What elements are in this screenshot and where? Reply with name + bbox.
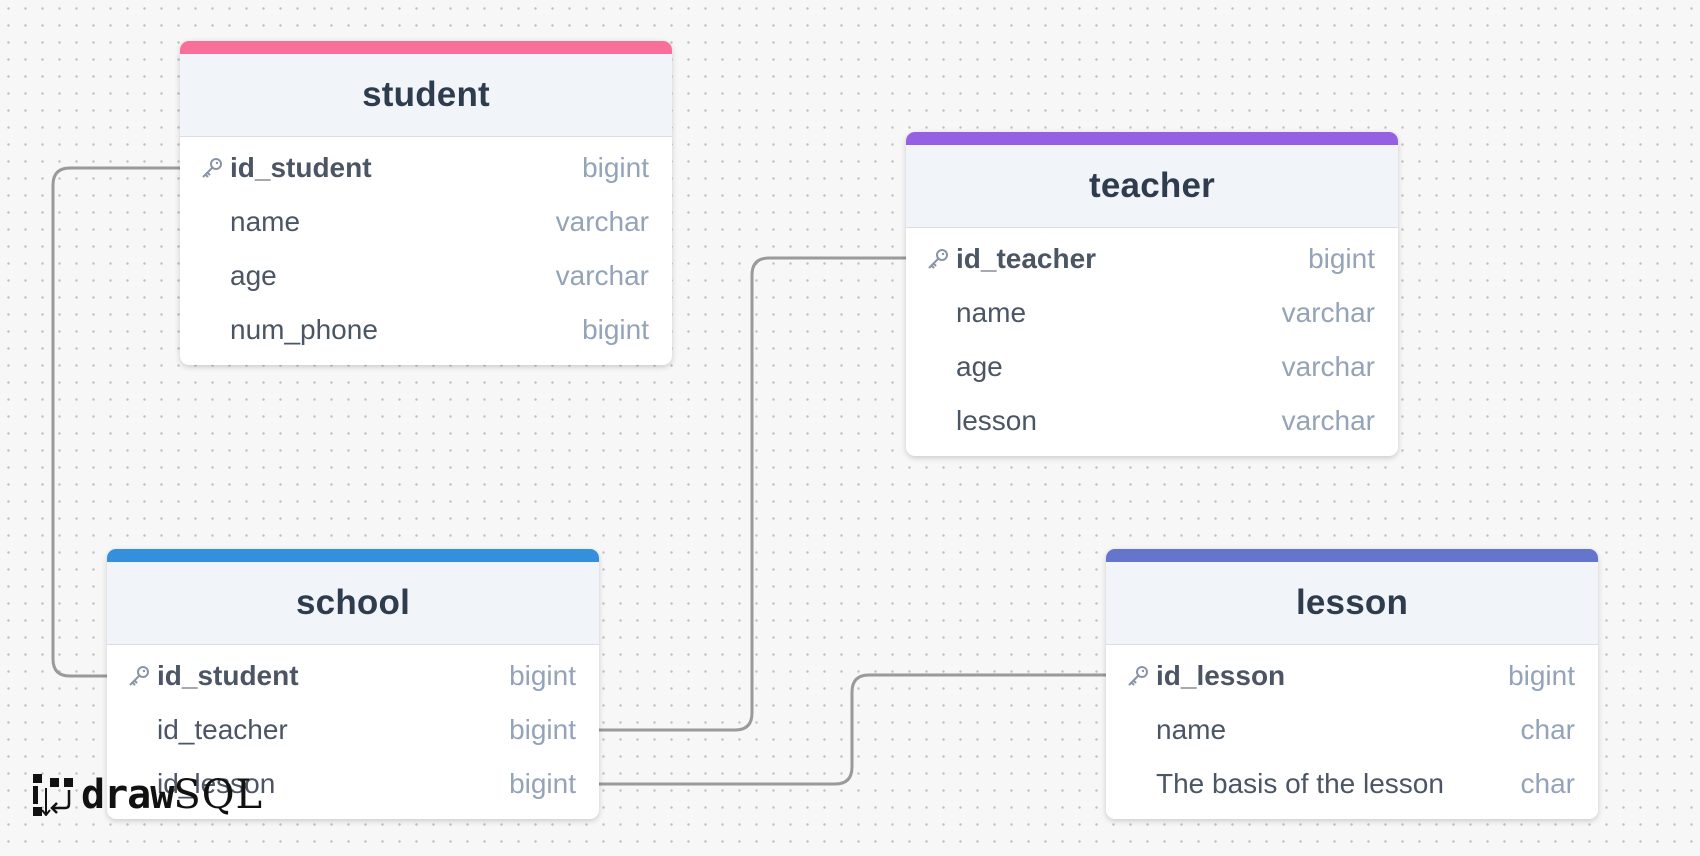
table-accent-bar — [180, 41, 672, 54]
column-type: bigint — [1508, 660, 1575, 691]
column-type: bigint — [1308, 243, 1375, 274]
column-type: bigint — [509, 768, 576, 799]
column-name: name — [1156, 714, 1227, 745]
logo-text-draw: draw — [81, 772, 174, 818]
table-columns: id_lesson bigint name char The basis of … — [1106, 645, 1598, 819]
column-name: id_lesson — [1156, 660, 1286, 691]
column-type: varchar — [555, 260, 649, 291]
column-row[interactable]: num_phone bigint — [180, 303, 672, 357]
column-name: num_phone — [230, 314, 378, 345]
drawsql-logo-icon — [33, 774, 73, 816]
column-name: lesson — [956, 405, 1037, 436]
column-type: varchar — [1281, 405, 1375, 436]
table-header[interactable]: teacher — [906, 145, 1398, 228]
column-row[interactable]: age varchar — [906, 340, 1398, 394]
logo-text-sql: SQL — [173, 772, 264, 818]
column-row[interactable]: lesson varchar — [906, 394, 1398, 448]
column-type: bigint — [582, 314, 649, 345]
column-type: bigint — [509, 660, 576, 691]
table-title: school — [296, 583, 410, 622]
column-name: id_student — [157, 660, 299, 691]
table-header[interactable]: school — [107, 562, 599, 645]
table-student[interactable]: student id_student bigint name varchar a… — [180, 41, 672, 365]
column-type: varchar — [555, 206, 649, 237]
table-title: student — [362, 75, 490, 114]
column-name: name — [956, 297, 1027, 328]
column-row[interactable]: The basis of the lesson char — [1106, 757, 1598, 811]
column-name: id_teacher — [956, 243, 1097, 274]
column-type: varchar — [1281, 297, 1375, 328]
column-name: id_teacher — [157, 714, 288, 745]
column-name: name — [230, 206, 301, 237]
table-title: teacher — [1089, 166, 1215, 205]
column-name: age — [230, 260, 277, 291]
column-row[interactable]: id_lesson bigint — [1106, 649, 1598, 703]
column-name: age — [956, 351, 1003, 382]
table-accent-bar — [906, 132, 1398, 145]
diagram-canvas[interactable]: student id_student bigint name varchar a… — [0, 0, 1700, 856]
column-name: The basis of the lesson — [1156, 768, 1444, 799]
column-row[interactable]: id_student bigint — [107, 649, 599, 703]
table-accent-bar — [107, 549, 599, 562]
column-type: bigint — [509, 714, 576, 745]
column-row[interactable]: name varchar — [180, 195, 672, 249]
column-row[interactable]: age varchar — [180, 249, 672, 303]
table-teacher[interactable]: teacher id_teacher bigint name varchar a… — [906, 132, 1398, 456]
column-type: char — [1520, 768, 1575, 799]
key-icon — [127, 664, 157, 688]
table-accent-bar — [1106, 549, 1598, 562]
table-columns: id_student bigint name varchar age varch… — [180, 137, 672, 365]
table-title: lesson — [1295, 583, 1409, 622]
key-icon — [200, 156, 230, 180]
table-lesson[interactable]: lesson id_lesson bigint name char The ba… — [1106, 549, 1598, 819]
table-columns: id_teacher bigint name varchar age varch… — [906, 228, 1398, 456]
column-row[interactable]: id_teacher bigint — [906, 232, 1398, 286]
key-icon — [926, 247, 956, 271]
key-icon — [1126, 664, 1156, 688]
column-type: char — [1520, 714, 1575, 745]
column-type: varchar — [1281, 351, 1375, 382]
column-row[interactable]: name varchar — [906, 286, 1398, 340]
column-row[interactable]: id_student bigint — [180, 141, 672, 195]
table-header[interactable]: lesson — [1106, 562, 1598, 645]
drawsql-logo[interactable]: draw SQL — [33, 772, 263, 818]
column-row[interactable]: id_teacher bigint — [107, 703, 599, 757]
column-type: bigint — [582, 152, 649, 183]
table-header[interactable]: student — [180, 54, 672, 137]
column-row[interactable]: name char — [1106, 703, 1598, 757]
column-name: id_student — [230, 152, 372, 183]
